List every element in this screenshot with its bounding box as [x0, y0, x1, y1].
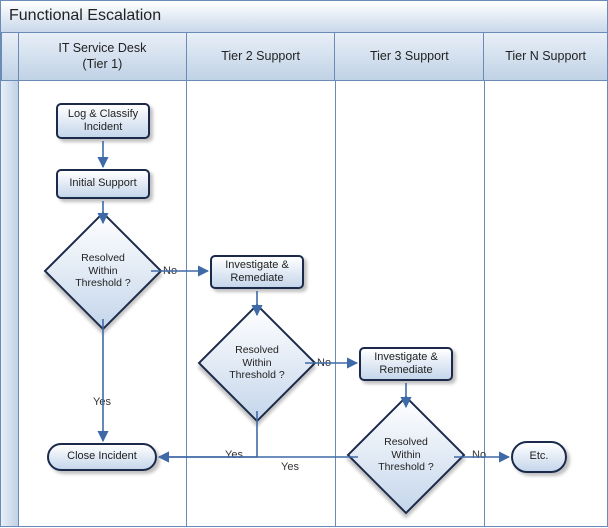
edge-label-t2-no: No	[317, 357, 331, 369]
diagram-title: Functional Escalation	[1, 1, 607, 33]
node-decision-t2-label: Resolved Within Threshold ?	[215, 321, 299, 405]
node-decision-t1: Resolved Within Threshold ?	[61, 229, 145, 313]
swimlane-corner	[1, 33, 19, 81]
swimlane-body-tier2	[187, 81, 336, 526]
swimlane-header-tier3: Tier 3 Support	[335, 33, 484, 81]
node-decision-t1-label: Resolved Within Threshold ?	[61, 229, 145, 313]
edge-label-t2-yes: Yes	[225, 449, 243, 461]
node-initial-support: Initial Support	[56, 169, 150, 199]
node-etc: Etc.	[511, 441, 567, 473]
node-investigate-t2: Investigate & Remediate	[210, 255, 304, 289]
swimlane-header-tier2: Tier 2 Support	[187, 33, 336, 81]
diagram-canvas: Functional Escalation IT Service Desk(Ti…	[0, 0, 608, 527]
node-decision-t2: Resolved Within Threshold ?	[215, 321, 299, 405]
edge-label-t1-no: No	[163, 265, 177, 277]
node-decision-t3: Resolved Within Threshold ?	[364, 413, 448, 497]
swimlane-header-row: IT Service Desk(Tier 1) Tier 2 Support T…	[1, 33, 607, 81]
swimlane-side-band	[1, 81, 19, 526]
swimlane-header-tier1: IT Service Desk(Tier 1)	[19, 33, 187, 81]
edge-label-t3-yes: Yes	[281, 461, 299, 473]
edge-label-t1-yes: Yes	[93, 396, 111, 408]
node-decision-t3-label: Resolved Within Threshold ?	[364, 413, 448, 497]
edge-label-t3-no: No	[472, 449, 486, 461]
node-close-incident: Close Incident	[47, 443, 157, 471]
node-log-classify: Log & Classify Incident	[56, 103, 150, 139]
swimlane-header-tierN: Tier N Support	[484, 33, 607, 81]
node-investigate-t3: Investigate & Remediate	[359, 347, 453, 381]
